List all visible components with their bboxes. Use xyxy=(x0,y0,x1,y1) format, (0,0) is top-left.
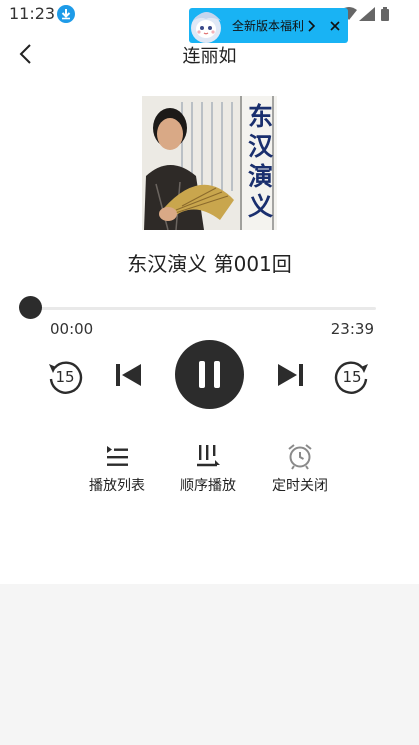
pause-button[interactable] xyxy=(175,340,244,409)
track-title: 东汉演义 第001回 xyxy=(127,252,292,276)
current-time: 00:00 xyxy=(50,320,94,338)
system-icons xyxy=(341,6,391,22)
skip-previous-icon xyxy=(116,364,141,386)
sleep-timer-label: 定时关闭 xyxy=(272,478,328,494)
sleep-timer-button[interactable]: 定时关闭 xyxy=(265,442,335,495)
playlist-icon xyxy=(103,442,131,470)
forward-15-button[interactable]: 15 xyxy=(333,357,371,395)
total-time: 23:39 xyxy=(330,320,374,338)
signal-icon xyxy=(359,7,375,21)
forward-15-icon: 15 xyxy=(334,361,368,394)
battery-icon xyxy=(381,7,389,21)
promo-text: 全新版本福利 xyxy=(232,19,305,33)
playlist-button[interactable]: 播放列表 xyxy=(82,442,152,495)
promo-banner[interactable]: 全新版本福利 xyxy=(189,8,348,43)
download-icon xyxy=(57,5,75,23)
previous-button[interactable] xyxy=(114,361,144,389)
forward-seconds: 15 xyxy=(342,368,361,386)
cover-title: 东汉演义 xyxy=(244,103,274,223)
status-time: 11:23 xyxy=(9,4,56,23)
pause-icon xyxy=(199,361,220,388)
chevron-right-icon xyxy=(307,18,317,32)
rewind-15-button[interactable]: 15 xyxy=(46,357,84,395)
album-cover: 东汉演义 xyxy=(142,96,277,230)
mascot-icon xyxy=(190,7,224,45)
rewind-15-icon: 15 xyxy=(49,361,83,394)
close-icon[interactable] xyxy=(328,18,342,32)
play-mode-label: 顺序播放 xyxy=(180,478,236,494)
page-title: 连丽如 xyxy=(182,46,237,67)
next-button[interactable] xyxy=(275,361,305,389)
cover-title-text: 东汉演义 xyxy=(244,96,274,230)
progress-knob[interactable] xyxy=(19,296,42,319)
play-mode-button[interactable]: 顺序播放 xyxy=(173,442,243,495)
progress-bar[interactable] xyxy=(30,307,376,310)
sequential-play-icon xyxy=(194,442,222,470)
playlist-label: 播放列表 xyxy=(89,478,145,494)
rewind-seconds: 15 xyxy=(55,368,74,386)
alarm-clock-icon xyxy=(286,442,314,470)
player-page: 11:23 全新版本福利 连丽如 东汉演义 东汉演义 第001回 00:00 2… xyxy=(0,0,419,584)
skip-next-icon xyxy=(278,364,303,386)
